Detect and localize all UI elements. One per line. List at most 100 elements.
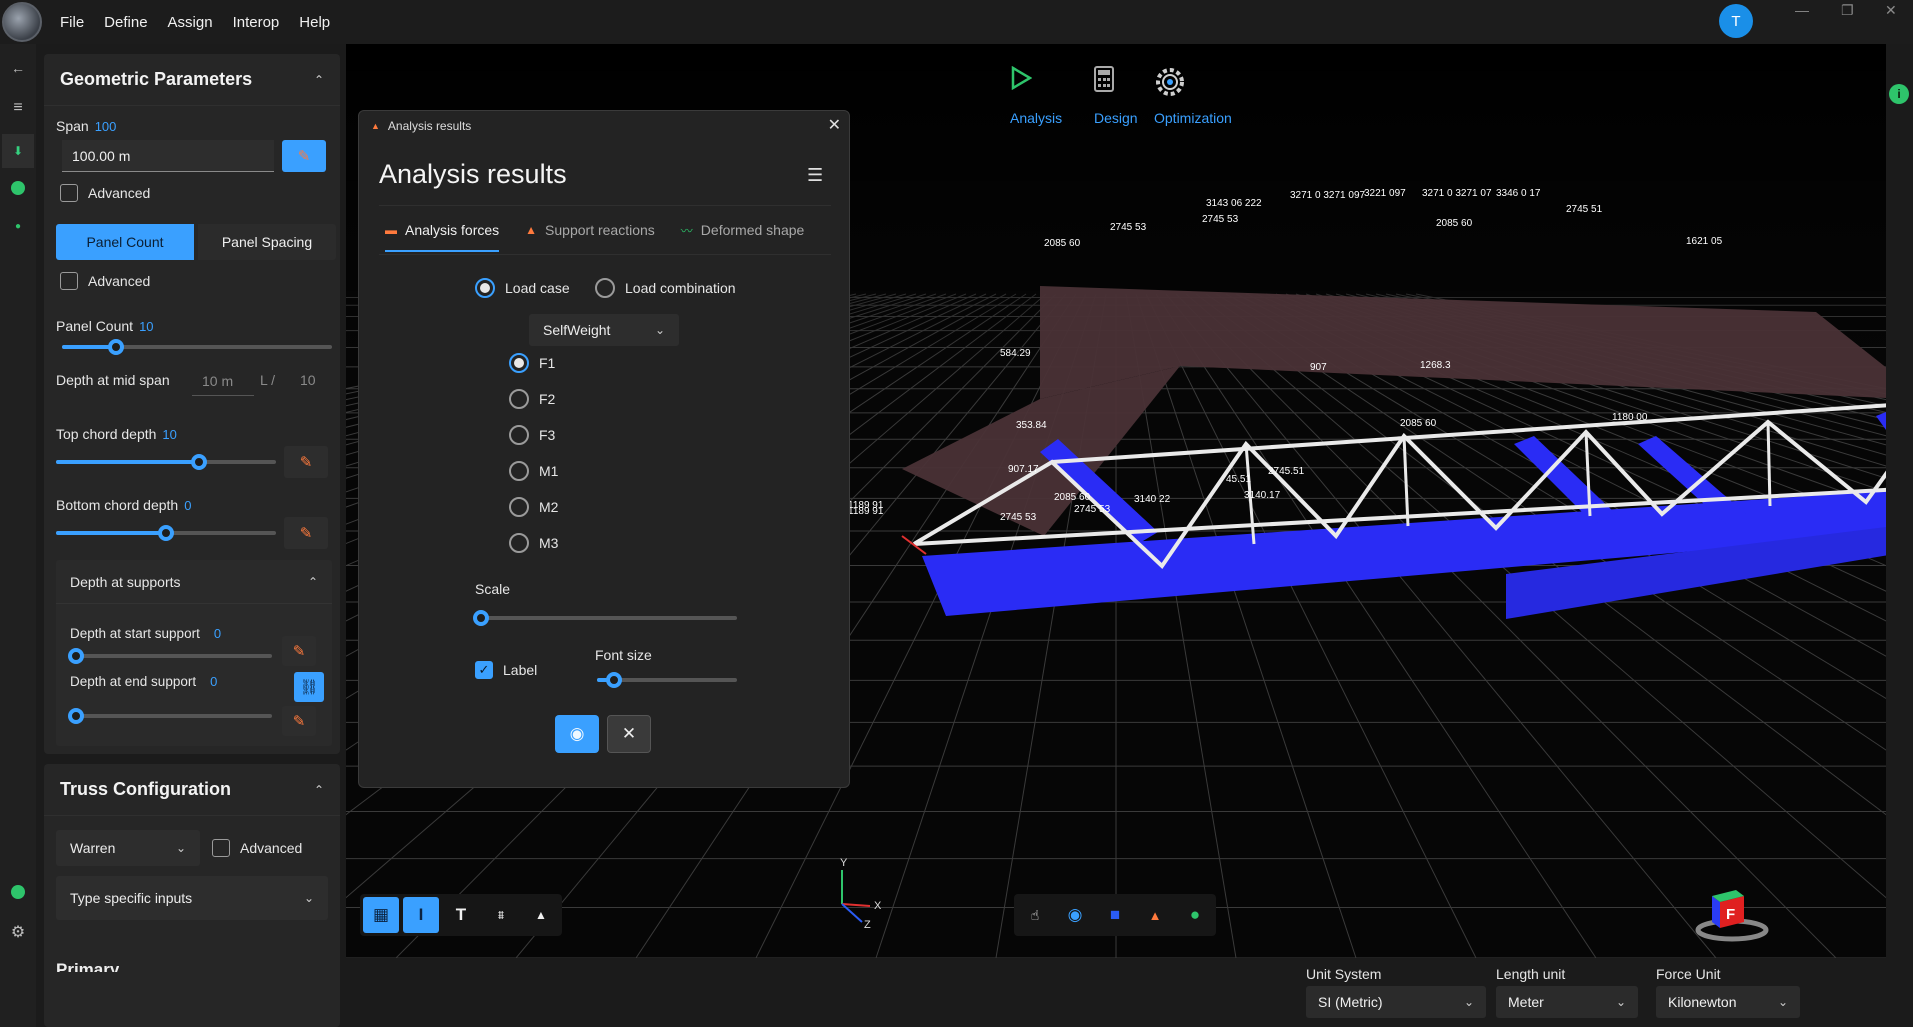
- tab-deformed-shape[interactable]: 〰 Deformed shape: [681, 206, 805, 254]
- chevron-up-icon[interactable]: ⌃: [308, 575, 318, 589]
- type-specific-inputs-expander[interactable]: Type specific inputs ⌄: [56, 876, 328, 920]
- component-option-m2[interactable]: M2: [509, 497, 558, 517]
- component-label: M3: [539, 535, 559, 551]
- clear-results-button[interactable]: ✕: [607, 715, 651, 753]
- loads-toggle-button[interactable]: ▲: [523, 897, 559, 933]
- slider-thumb[interactable]: [68, 708, 84, 724]
- slider-thumb[interactable]: [108, 339, 124, 355]
- panel-spacing-button[interactable]: Panel Spacing: [198, 224, 336, 260]
- span-input[interactable]: 100.00 m: [62, 140, 274, 172]
- panel-count-slider[interactable]: [62, 339, 332, 355]
- label-checkbox[interactable]: ✓: [475, 661, 493, 679]
- supports-toggle-button[interactable]: ⩩: [483, 897, 519, 933]
- analysis-tool[interactable]: Analysis: [1010, 66, 1062, 126]
- panel-count-button[interactable]: Panel Count: [56, 224, 194, 260]
- close-window-button[interactable]: ✕: [1885, 2, 1897, 19]
- span-edit-button[interactable]: ✎: [282, 140, 326, 172]
- advanced-span-checkbox[interactable]: [60, 184, 78, 202]
- scale-label: Scale: [475, 581, 511, 597]
- load-case-select[interactable]: SelfWeight ⌄: [529, 314, 679, 346]
- design-tool[interactable]: Design: [1094, 66, 1138, 126]
- advanced-panel-checkbox[interactable]: [60, 272, 78, 290]
- font-size-slider[interactable]: [597, 672, 737, 688]
- visibility-button[interactable]: ◉: [1057, 897, 1093, 933]
- geometric-parameters-header[interactable]: Geometric Parameters ⌃: [44, 54, 340, 106]
- length-unit-select[interactable]: Meter ⌄: [1496, 986, 1638, 1018]
- hamburger-menu-icon[interactable]: ≡: [8, 98, 28, 118]
- tab-support-reactions[interactable]: ▲ Support reactions: [525, 206, 655, 254]
- light-toggle-button[interactable]: ●: [1177, 897, 1213, 933]
- view-cube[interactable]: F: [1695, 890, 1769, 942]
- download-icon[interactable]: ⬇: [2, 134, 34, 168]
- unit-system-select[interactable]: SI (Metric) ⌄: [1306, 986, 1486, 1018]
- chevron-up-icon[interactable]: ⌃: [314, 73, 324, 87]
- tab-analysis-forces[interactable]: ▬ Analysis forces: [385, 206, 500, 254]
- section-view-button[interactable]: I: [403, 897, 439, 933]
- section-title: Truss Configuration: [60, 779, 231, 799]
- bottom-chord-edit-button[interactable]: ✎: [284, 517, 328, 549]
- bottom-chord-depth-slider[interactable]: [56, 525, 276, 541]
- load-case-option[interactable]: Load case: [475, 278, 570, 298]
- analysis-status-icon[interactable]: [8, 178, 28, 198]
- load-combination-option[interactable]: Load combination: [595, 278, 736, 298]
- optimization-tool[interactable]: Optimization: [1154, 66, 1232, 126]
- force-unit-select[interactable]: Kilonewton ⌄: [1656, 986, 1800, 1018]
- slider-thumb[interactable]: [605, 672, 622, 688]
- show-results-button[interactable]: ◉: [555, 715, 599, 753]
- restore-button[interactable]: ❐: [1841, 2, 1854, 19]
- top-chord-depth-slider[interactable]: [56, 454, 276, 470]
- slider-thumb[interactable]: [473, 610, 489, 626]
- results-display-button[interactable]: ▲: [1137, 897, 1173, 933]
- menu-define[interactable]: Define: [104, 14, 147, 31]
- component-option-m3[interactable]: M3: [509, 533, 558, 553]
- grid-view-button[interactable]: ▦: [363, 897, 399, 933]
- component-radio[interactable]: [509, 533, 529, 553]
- menu-help[interactable]: Help: [299, 14, 330, 31]
- lightbulb-icon[interactable]: ●: [8, 216, 28, 236]
- component-option-f2[interactable]: F2: [509, 389, 555, 409]
- component-option-f1[interactable]: F1: [509, 353, 555, 373]
- menu-file[interactable]: File: [60, 14, 84, 31]
- component-radio[interactable]: [509, 389, 529, 409]
- minimize-button[interactable]: —: [1795, 2, 1809, 18]
- component-radio[interactable]: [509, 461, 529, 481]
- chevron-up-icon[interactable]: ⌃: [314, 783, 324, 797]
- truss-advanced-checkbox[interactable]: [212, 839, 230, 857]
- info-icon[interactable]: [8, 882, 28, 902]
- back-arrow-icon[interactable]: ←: [8, 58, 28, 78]
- component-option-m1[interactable]: M1: [509, 461, 558, 481]
- depth-end-edit-button[interactable]: ✎: [282, 706, 316, 736]
- user-avatar[interactable]: T: [1719, 4, 1753, 38]
- text-label-button[interactable]: T: [443, 897, 479, 933]
- truss-type-select[interactable]: Warren ⌄: [56, 830, 200, 866]
- component-radio[interactable]: [509, 425, 529, 445]
- clear-list-icon[interactable]: ☰: [807, 165, 823, 186]
- depth-start-edit-button[interactable]: ✎: [282, 636, 316, 666]
- label-option[interactable]: ✓ Label: [475, 661, 537, 679]
- depth-start-slider[interactable]: [68, 648, 272, 664]
- depth-at-supports-header[interactable]: Depth at supports ⌃: [56, 560, 332, 604]
- top-chord-edit-button[interactable]: ✎: [284, 446, 328, 478]
- truss-configuration-header[interactable]: Truss Configuration ⌃: [44, 764, 340, 816]
- component-radio[interactable]: [509, 497, 529, 517]
- load-case-radio[interactable]: [475, 278, 495, 298]
- close-icon[interactable]: ✕: [828, 115, 841, 135]
- slider-thumb[interactable]: [68, 648, 84, 664]
- slider-thumb[interactable]: [158, 525, 174, 541]
- member-display-button[interactable]: ■: [1097, 897, 1133, 933]
- depth-end-slider[interactable]: [68, 708, 272, 724]
- link-supports-button[interactable]: ⛓: [294, 672, 324, 702]
- load-combination-radio[interactable]: [595, 278, 615, 298]
- slider-thumb[interactable]: [191, 454, 207, 470]
- component-label: M1: [539, 463, 559, 479]
- dialog-titlebar[interactable]: ▲ Analysis results ✕: [359, 111, 849, 141]
- menu-assign[interactable]: Assign: [168, 14, 213, 31]
- info-icon[interactable]: i: [1889, 84, 1909, 104]
- component-radio[interactable]: [509, 353, 529, 373]
- scale-slider[interactable]: [473, 610, 737, 626]
- select-tool-button[interactable]: ☝: [1017, 897, 1053, 933]
- component-option-f3[interactable]: F3: [509, 425, 555, 445]
- depth-mid-span-input[interactable]: 10 m: [192, 366, 254, 396]
- menu-interop[interactable]: Interop: [233, 14, 280, 31]
- settings-gear-icon[interactable]: ⚙: [8, 922, 28, 942]
